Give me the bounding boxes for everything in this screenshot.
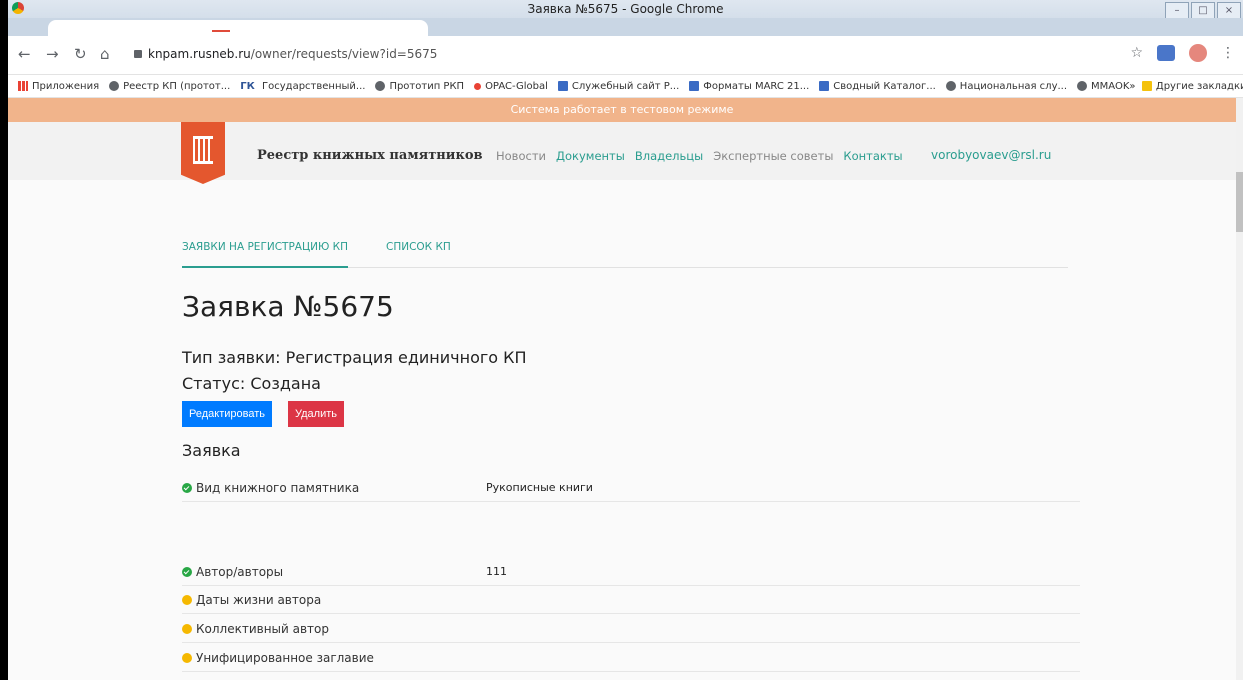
bookmark-item[interactable]: Реестр КП (протот... — [109, 81, 230, 92]
url-path: /owner/requests/view?id=5675 — [250, 47, 438, 61]
edit-button[interactable]: Редактировать — [182, 401, 272, 427]
page-title: Заявка №5675 — [182, 290, 394, 323]
bookmark-item[interactable]: Национальная слу... — [945, 81, 1067, 92]
tab-kp-list[interactable]: СПИСОК КП — [386, 240, 451, 266]
catalog-icon — [819, 81, 830, 91]
bookmarks-bar: Приложения Реестр КП (протот... ГК Госуд… — [8, 75, 1243, 98]
field-label: Даты жизни автора — [196, 593, 322, 607]
check-circle-icon — [182, 567, 192, 577]
apps-grid-icon — [18, 81, 28, 91]
site-name[interactable]: Реестр книжных памятников — [257, 148, 483, 163]
menu-icon[interactable]: ⋮ — [1221, 45, 1235, 61]
bookmark-item[interactable]: Прототип РКП — [375, 81, 464, 92]
request-type: Тип заявки: Регистрация единичного КП — [182, 348, 527, 367]
bookmark-item[interactable]: Форматы MARC 21... — [689, 81, 809, 92]
toolbar-right: ☆ ⋮ — [1130, 44, 1235, 62]
bookmarks-overflow[interactable]: » Другие закладки — [1129, 81, 1243, 92]
field-label: Коллективный автор — [196, 622, 330, 636]
opac-icon — [474, 82, 482, 90]
bookmark-item[interactable]: OPAC-Global — [474, 81, 548, 92]
globe-icon — [1077, 81, 1088, 91]
back-icon[interactable]: ← — [18, 45, 31, 63]
extension-icon[interactable] — [1157, 45, 1175, 61]
globe-icon — [375, 81, 386, 91]
check-circle-icon — [182, 483, 192, 493]
globe-icon — [945, 81, 956, 91]
rsl-icon — [557, 81, 568, 91]
field-row: Даты жизни автора — [182, 593, 1080, 614]
folder-icon — [1141, 81, 1152, 91]
browser-window: Заявка №5675 - Google Chrome – □ × ← → ↻… — [8, 0, 1243, 680]
star-icon[interactable]: ☆ — [1130, 45, 1143, 61]
nav-news[interactable]: Новости — [496, 149, 546, 163]
site-logo-icon[interactable] — [181, 122, 225, 184]
content-tabs: ЗАЯВКИ НА РЕГИСТРАЦИЮ КП СПИСОК КП — [182, 240, 1068, 268]
url-field[interactable]: knpam.rusneb.ru/owner/requests/view?id=5… — [134, 43, 1124, 65]
rsl-icon — [689, 81, 700, 91]
field-label: Вид книжного памятника — [196, 481, 360, 495]
pending-dot-icon — [182, 624, 192, 634]
home-icon[interactable]: ⌂ — [100, 45, 110, 63]
pending-dot-icon — [182, 595, 192, 605]
page-scrollbar[interactable] — [1236, 98, 1243, 680]
url-host: knpam.rusneb.ru — [148, 47, 251, 61]
gk-icon: ГК — [240, 81, 255, 92]
test-mode-banner: Система работает в тестовом режиме — [8, 98, 1236, 122]
page-content: Система работает в тестовом режиме Реест… — [8, 98, 1236, 680]
field-value: Рукописные книги — [486, 481, 593, 494]
delete-button[interactable]: Удалить — [288, 401, 344, 427]
field-row: Вид книжного памятника Рукописные книги — [182, 481, 1080, 502]
nav-contacts[interactable]: Контакты — [843, 149, 902, 163]
browser-tab[interactable] — [48, 20, 428, 36]
globe-icon — [109, 81, 120, 91]
reload-icon[interactable]: ↻ — [74, 45, 87, 63]
address-bar: ← → ↻ ⌂ knpam.rusneb.ru/owner/requests/v… — [8, 36, 1243, 75]
bookmark-item[interactable]: Служебный сайт Р... — [557, 81, 679, 92]
field-row: Коллективный автор — [182, 622, 1080, 643]
section-title: Заявка — [182, 441, 241, 460]
profile-avatar[interactable] — [1189, 44, 1207, 62]
scrollbar-thumb[interactable] — [1236, 172, 1243, 232]
request-status: Статус: Создана — [182, 374, 321, 393]
field-label: Унифицированное заглавие — [196, 651, 374, 665]
bookmark-item[interactable]: MMAOK — [1077, 81, 1129, 92]
field-label: Автор/авторы — [196, 565, 284, 579]
bookmark-item[interactable]: ГК Государственный... — [240, 81, 365, 93]
bookmark-apps[interactable]: Приложения — [18, 81, 99, 92]
field-row: Автор/авторы 111 — [182, 565, 1080, 586]
nav-owners[interactable]: Владельцы — [635, 149, 703, 163]
nav-documents[interactable]: Документы — [556, 149, 625, 163]
tab-registration-requests[interactable]: ЗАЯВКИ НА РЕГИСТРАЦИЮ КП — [182, 240, 348, 268]
forward-icon[interactable]: → — [46, 45, 59, 63]
top-nav: Новости Документы Владельцы Экспертные с… — [496, 149, 903, 163]
lock-icon — [134, 50, 142, 58]
user-email-link[interactable]: vorobyovaev@rsl.ru — [931, 148, 1051, 162]
field-value: 111 — [486, 565, 507, 578]
field-row: Унифицированное заглавие — [182, 651, 1080, 672]
window-title: Заявка №5675 - Google Chrome — [527, 2, 724, 16]
pending-dot-icon — [182, 653, 192, 663]
nav-expert-councils[interactable]: Экспертные советы — [713, 149, 833, 163]
bookmark-item[interactable]: Сводный Каталог... — [819, 81, 936, 92]
